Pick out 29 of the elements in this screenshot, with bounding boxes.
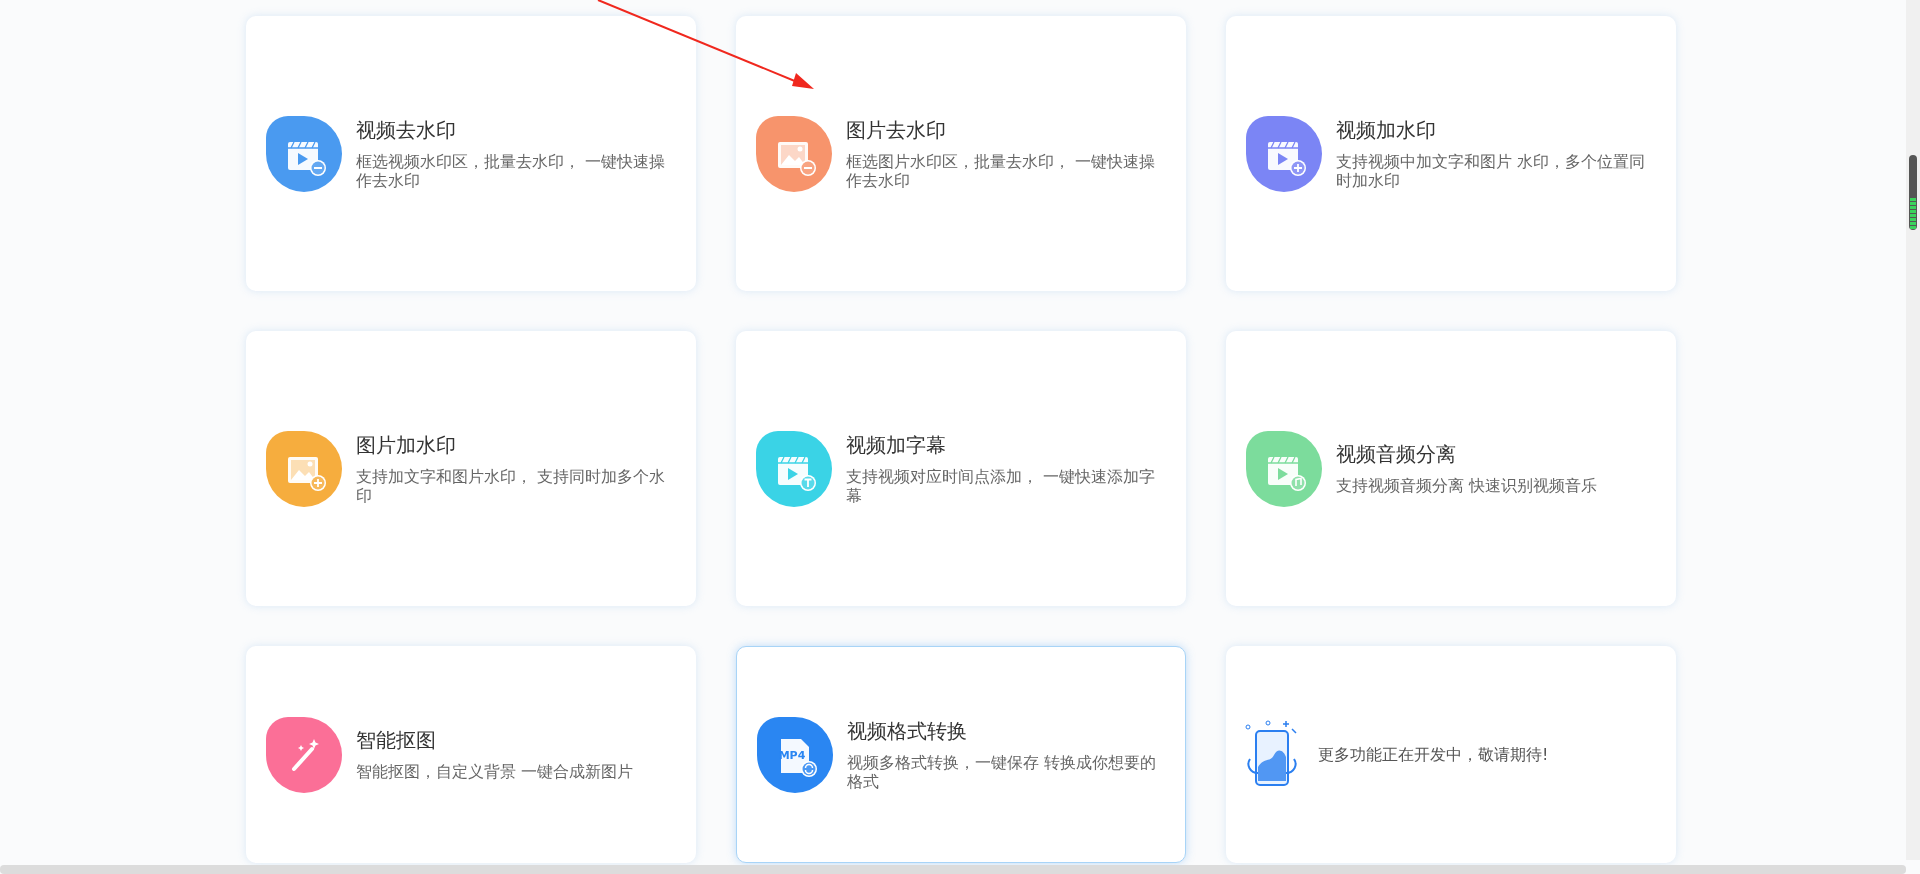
feature-card[interactable]: 智能抠图 智能抠图，自定义背景 一键合成新图片 [246,646,696,863]
card-description: 支持加文字和图片水印， 支持同时加多个水印 [356,466,667,505]
feature-card[interactable]: 视频去水印 框选视频水印区，批量去水印， 一键快速操作去水印 [246,16,696,291]
card-description: 支持视频音频分离 快速识别视频音乐 [1336,476,1599,495]
card-title: 视频格式转换 [847,718,968,743]
card-title: 视频加水印 [1336,117,1437,142]
feature-card[interactable]: 图片去水印 框选图片水印区，批量去水印， 一键快速操作去水印 [736,16,1186,291]
feature-card[interactable]: 视频音频分离 支持视频音频分离 快速识别视频音乐 [1226,331,1676,606]
coming-soon-text: 更多功能正在开发中，敬请期待! [1318,743,1549,766]
annotation-arrow-icon [596,0,816,92]
card-title: 视频加字幕 [846,432,947,457]
scrollbar-thumb-drawing[interactable] [1909,155,1917,230]
card-title: 图片加水印 [356,432,457,457]
feature-card[interactable]: 更多功能正在开发中，敬请期待! [1226,646,1676,863]
card-description: 框选图片水印区，批量去水印， 一键快速操作去水印 [846,151,1157,190]
card-title: 智能抠图 [356,728,437,752]
card-title: 视频音频分离 [1336,442,1457,466]
feature-card[interactable]: 视频加字幕 支持视频对应时间点添加， 一键快速添加字幕 [736,331,1186,606]
feature-card[interactable]: 图片加水印 支持加文字和图片水印， 支持同时加多个水印 [246,331,696,606]
vertical-scrollbar[interactable] [1906,0,1920,860]
card-title: 图片去水印 [846,117,947,142]
card-description: 框选视频水印区，批量去水印， 一键快速操作去水印 [356,151,667,190]
card-description: 视频多格式转换，一键保存 转换成你想要的格式 [847,752,1158,791]
horizontal-scrollbar[interactable] [0,865,1906,874]
card-description: 智能抠图，自定义背景 一键合成新图片 [356,762,635,781]
card-description: 支持视频中加文字和图片 水印，多个位置同时加水印 [1336,151,1647,190]
feature-card[interactable]: 视频加水印 支持视频中加文字和图片 水印，多个位置同时加水印 [1226,16,1676,291]
card-description: 支持视频对应时间点添加， 一键快速添加字幕 [846,466,1157,505]
card-title: 视频去水印 [356,117,457,142]
